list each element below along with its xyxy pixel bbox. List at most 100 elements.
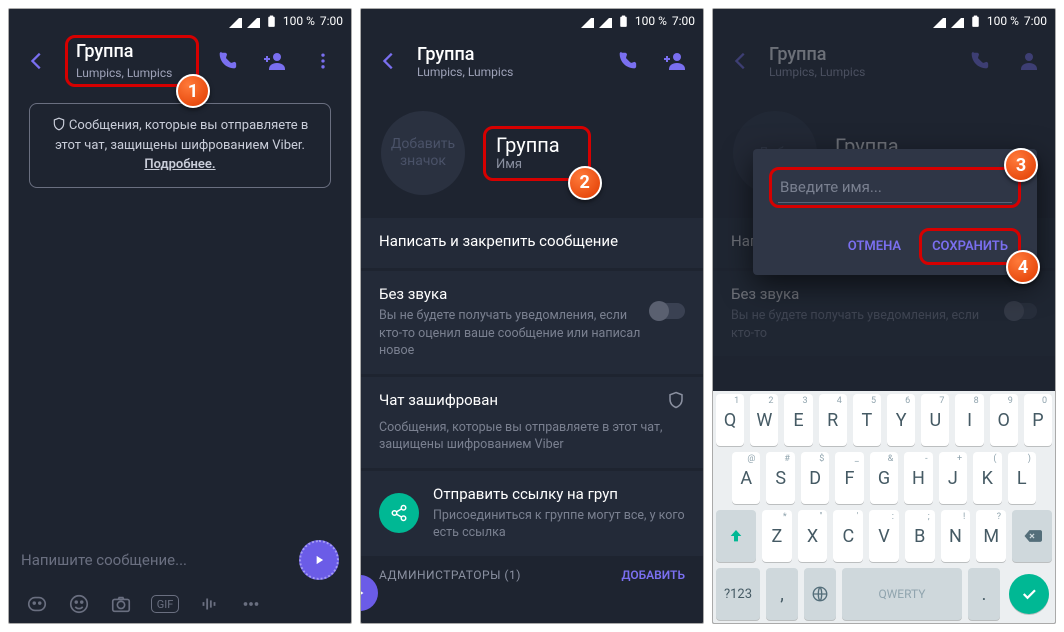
enter-key[interactable] bbox=[1009, 574, 1049, 614]
key-q[interactable]: Q1 bbox=[716, 394, 744, 446]
group-info-header: Добавить значок Группа Имя 2 bbox=[361, 89, 703, 215]
key-t[interactable]: T5 bbox=[853, 394, 881, 446]
key-d[interactable]: D$ bbox=[801, 452, 829, 504]
status-bar: 100 % 7:00 bbox=[9, 9, 351, 33]
key-z[interactable]: Z* bbox=[762, 510, 792, 562]
shield-icon bbox=[52, 117, 66, 131]
group-name-sub: Имя bbox=[496, 157, 560, 172]
share-link-row[interactable]: Отправить ссылку на груп Присоединиться … bbox=[361, 471, 703, 556]
key-j[interactable]: J+ bbox=[939, 452, 967, 504]
pin-message-row[interactable]: Написать и закрепить сообщение bbox=[361, 218, 703, 268]
status-bar: 100 % 7:00 bbox=[713, 9, 1055, 33]
key-r[interactable]: R4 bbox=[819, 394, 847, 446]
step-badge-2: 2 bbox=[568, 166, 602, 200]
backspace-key[interactable] bbox=[1012, 510, 1052, 562]
language-key[interactable] bbox=[804, 568, 836, 620]
period-key[interactable]: . bbox=[968, 568, 1000, 620]
key-u[interactable]: U7 bbox=[921, 394, 949, 446]
send-voice-button[interactable] bbox=[299, 540, 339, 580]
more-icon[interactable] bbox=[239, 592, 263, 616]
group-info-scroll[interactable]: Добавить значок Группа Имя 2 Написать и … bbox=[361, 89, 703, 623]
admins-add-button[interactable]: ДОБАВИТЬ bbox=[622, 568, 685, 582]
step-badge-1: 1 bbox=[176, 74, 210, 108]
group-name-title: Группа bbox=[496, 133, 560, 157]
shift-icon bbox=[728, 528, 744, 544]
key-o[interactable]: O9 bbox=[990, 394, 1018, 446]
add-person-button[interactable] bbox=[255, 41, 295, 81]
key-h[interactable]: H- bbox=[904, 452, 932, 504]
time-text: 7:00 bbox=[320, 14, 343, 28]
wifi-icon bbox=[229, 15, 242, 28]
call-button[interactable] bbox=[207, 41, 247, 81]
cancel-button[interactable]: ОТМЕНА bbox=[838, 228, 911, 265]
keyboard[interactable]: Q1W2E3R4T5Y6U7I8O9P0 A@S#D$F_G&H-J+K(L) … bbox=[713, 391, 1055, 623]
key-v[interactable]: V: bbox=[869, 510, 899, 562]
admins-label: АДМИНИСТРАТОРЫ (1) bbox=[379, 568, 521, 582]
key-s[interactable]: S# bbox=[766, 452, 794, 504]
key-i[interactable]: I8 bbox=[955, 394, 983, 446]
comma-key[interactable]: , bbox=[766, 568, 798, 620]
key-g[interactable]: G& bbox=[870, 452, 898, 504]
key-x[interactable]: X" bbox=[798, 510, 828, 562]
key-e[interactable]: E3 bbox=[784, 394, 812, 446]
key-w[interactable]: W2 bbox=[750, 394, 778, 446]
save-button[interactable]: СОХРАНИТЬ bbox=[922, 231, 1018, 262]
key-n[interactable]: N! bbox=[941, 510, 971, 562]
sticker-icon[interactable] bbox=[25, 592, 49, 616]
chat-subtitle: Lumpics, Lumpics bbox=[76, 66, 172, 80]
back-button[interactable] bbox=[369, 41, 409, 81]
call-button[interactable] bbox=[607, 41, 647, 81]
add-person-button[interactable] bbox=[655, 41, 695, 81]
status-bar: 100 % 7:00 bbox=[361, 9, 703, 33]
key-f[interactable]: F_ bbox=[835, 452, 863, 504]
group-name-button[interactable]: Группа Имя 2 bbox=[483, 126, 591, 181]
signal-icon bbox=[951, 15, 964, 28]
shift-key[interactable] bbox=[716, 510, 756, 562]
globe-icon bbox=[811, 585, 829, 603]
key-l[interactable]: L) bbox=[1008, 452, 1036, 504]
battery-icon bbox=[969, 15, 982, 28]
attachment-row: GIF bbox=[9, 585, 351, 623]
encryption-link[interactable]: Подробнее. bbox=[144, 157, 215, 172]
key-k[interactable]: K( bbox=[973, 452, 1001, 504]
key-a[interactable]: A@ bbox=[732, 452, 760, 504]
audio-icon[interactable] bbox=[197, 592, 221, 616]
key-b[interactable]: B; bbox=[905, 510, 935, 562]
wifi-icon bbox=[933, 15, 946, 28]
battery-text: 100 % bbox=[635, 14, 667, 28]
admins-row: АДМИНИСТРАТОРЫ (1) ДОБАВИТЬ bbox=[361, 556, 703, 594]
space-key[interactable]: QWERTY bbox=[842, 568, 962, 620]
key-c[interactable]: C' bbox=[833, 510, 863, 562]
chat-subtitle: Lumpics, Lumpics bbox=[417, 65, 599, 79]
wifi-icon bbox=[581, 15, 594, 28]
chat-title-area[interactable]: Группа Lumpics, Lumpics 1 bbox=[65, 35, 199, 87]
add-avatar-button[interactable]: Добавить значок bbox=[381, 111, 465, 195]
battery-text: 100 % bbox=[283, 14, 315, 28]
signal-icon bbox=[247, 15, 260, 28]
encrypted-row[interactable]: Чат зашифрован Сообщения, которые вы отп… bbox=[361, 377, 703, 468]
back-button[interactable] bbox=[17, 41, 57, 81]
message-input[interactable]: Напишите сообщение... bbox=[21, 551, 289, 569]
phone-screen-3: 100 % 7:00 Группа Lumpics, Lumpics Доба … bbox=[712, 8, 1056, 624]
symbols-key[interactable]: ?123 bbox=[716, 568, 760, 620]
key-p[interactable]: P0 bbox=[1024, 394, 1052, 446]
play-icon bbox=[312, 553, 326, 567]
rail-voice-button[interactable] bbox=[360, 575, 378, 611]
key-y[interactable]: Y6 bbox=[887, 394, 915, 446]
emoji-icon[interactable] bbox=[67, 592, 91, 616]
signal-icon bbox=[599, 15, 612, 28]
gif-icon[interactable]: GIF bbox=[151, 595, 179, 613]
mute-toggle[interactable] bbox=[651, 303, 685, 319]
dialog-actions: ОТМЕНА СОХРАНИТЬ 4 bbox=[769, 228, 1021, 265]
key-m[interactable]: M? bbox=[976, 510, 1006, 562]
message-input-bar: Напишите сообщение... bbox=[9, 535, 351, 585]
side-rail bbox=[361, 89, 377, 623]
phone-screen-1: 100 % 7:00 Группа Lumpics, Lumpics 1 Соо… bbox=[8, 8, 352, 624]
menu-button[interactable] bbox=[303, 41, 343, 81]
chat-body: Сообщения, которые вы отправляете в этот… bbox=[9, 89, 351, 535]
mute-row[interactable]: Без звука Вы не будете получать уведомле… bbox=[361, 271, 703, 374]
camera-icon[interactable] bbox=[109, 592, 133, 616]
chat-title-area[interactable]: Группа Lumpics, Lumpics bbox=[417, 44, 599, 79]
name-input[interactable] bbox=[778, 172, 1012, 203]
encryption-notice[interactable]: Сообщения, которые вы отправляете в этот… bbox=[29, 103, 331, 188]
